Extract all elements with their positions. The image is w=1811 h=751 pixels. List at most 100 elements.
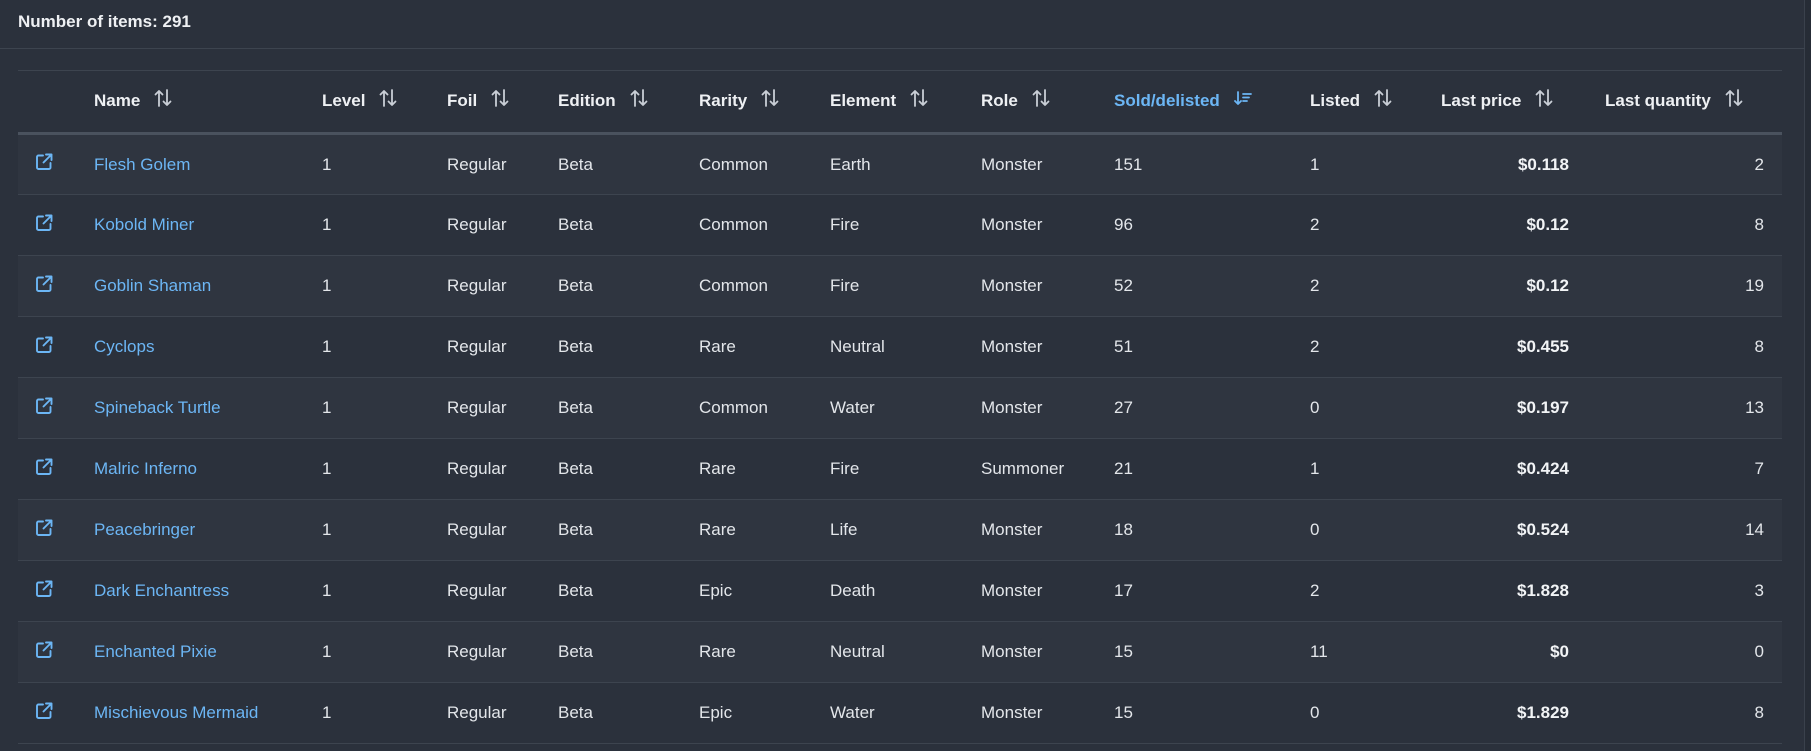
cell-sold: 96 [1114,215,1133,234]
cell-level: 1 [322,520,332,539]
cell-last-quantity: 8 [1754,215,1764,234]
header-element[interactable]: Element [830,71,981,134]
external-link-icon[interactable] [34,152,54,172]
cell-element: Life [830,520,858,539]
cell-name: Flesh Golem [94,134,322,195]
sort-both-icon[interactable] [491,88,509,113]
row-link-cell [18,317,94,378]
cell-role: Monster [981,154,1043,174]
divider [0,48,1805,49]
sort-both-icon[interactable] [1535,88,1553,113]
card-name-link[interactable]: Enchanted Pixie [94,642,217,661]
header-last_quantity[interactable]: Last quantity [1605,71,1782,134]
table-row: Enchanted Pixie 1 Regular Beta Rare Neutral Mo… [18,621,1782,683]
cell-rarity: Common [699,276,768,295]
cell-role: Monster [981,520,1043,539]
header-label: Rarity [699,90,748,110]
card-name-link[interactable]: Cyclops [94,337,154,356]
items-count: Number of items: 291 [18,12,191,31]
table-container: Name Level Foil Edition Rarity Element Role Sol… [18,70,1782,744]
sort-both-icon[interactable] [761,88,779,113]
cell-edition: Beta [558,581,593,600]
sort-both-icon[interactable] [154,88,172,113]
header-label: Last quantity [1605,90,1711,110]
cell-listed: 11 [1310,642,1328,661]
cell-last-price: $0.524 [1517,520,1569,539]
header-label: Foil [447,90,478,110]
header-label: Edition [558,90,616,110]
external-link-icon[interactable] [34,457,54,477]
external-link-icon[interactable] [34,396,54,416]
header-foil[interactable]: Foil [447,71,558,134]
card-name-link[interactable]: Spineback Turtle [94,398,221,417]
cell-role: Monster [981,276,1043,295]
cell-rarity: Rare [699,337,736,356]
table-row: Mischievous Mermaid 1 Regular Beta Epic Water… [18,682,1782,744]
header-label: Listed [1310,90,1361,110]
header-listed[interactable]: Listed [1310,71,1441,134]
sort-both-icon[interactable] [1725,88,1743,113]
external-link-icon[interactable] [34,518,54,538]
cell-foil: Regular [447,276,507,295]
cell-sold: 52 [1114,276,1133,295]
card-name-link[interactable]: Goblin Shaman [94,276,211,295]
card-name-link[interactable]: Mischievous Mermaid [94,703,258,722]
cell-listed: 0 [1310,398,1320,417]
cell-foil: Regular [447,215,507,234]
card-name-link[interactable]: Flesh Golem [94,155,190,174]
sort-both-icon[interactable] [630,88,648,113]
cell-foil: Regular [447,642,507,661]
external-link-icon[interactable] [34,579,54,599]
sort-both-icon[interactable] [379,88,397,113]
header-last_price[interactable]: Last price [1441,71,1605,134]
cell-sold: 51 [1114,337,1133,356]
sort-descending-icon[interactable] [1233,89,1252,112]
cell-rarity: Rare [699,459,736,478]
cell-role: Monster [981,642,1043,661]
cell-rarity: Epic [699,703,733,722]
cell-rarity: Common [699,154,768,174]
cell-foil: Regular [447,459,507,478]
sort-both-icon[interactable] [1032,88,1050,113]
cell-listed: 0 [1310,703,1320,722]
card-name-link[interactable]: Kobold Miner [94,215,194,234]
header-edition[interactable]: Edition [558,71,699,134]
sort-both-icon[interactable] [910,88,928,113]
card-name-link[interactable]: Malric Inferno [94,459,197,478]
card-name-link[interactable]: Dark Enchantress [94,581,229,600]
cell-role: Monster [981,581,1043,600]
external-link-icon[interactable] [34,335,54,355]
cell-listed: 0 [1310,520,1320,539]
header-level[interactable]: Level [322,71,447,134]
sort-both-icon[interactable] [1374,88,1392,113]
header-role[interactable]: Role [981,71,1114,134]
cell-edition: Beta [558,276,593,295]
header-label: Name [94,90,141,110]
cell-last-quantity: 14 [1745,520,1764,539]
cell-last-price: $0.197 [1517,398,1569,417]
cell-name: Mischievous Mermaid [94,683,322,744]
external-link-icon[interactable] [34,640,54,660]
card-name-link[interactable]: Peacebringer [94,520,195,539]
cell-last-quantity: 8 [1754,337,1764,356]
external-link-icon[interactable] [34,701,54,721]
header-link-column [18,71,94,134]
cell-last-quantity: 7 [1754,459,1764,478]
header-sold[interactable]: Sold/delisted [1114,71,1310,134]
cell-level: 1 [322,276,332,295]
cell-last-quantity: 19 [1745,276,1764,295]
header-rarity[interactable]: Rarity [699,71,830,134]
table-row: Dark Enchantress 1 Regular Beta Epic Death Mon… [18,560,1782,622]
cell-foil: Regular [447,581,507,600]
external-link-icon[interactable] [34,213,54,233]
cell-sold: 27 [1114,398,1133,417]
row-link-cell [18,378,94,439]
header-name[interactable]: Name [94,71,322,134]
row-link-cell [18,500,94,561]
table-header: Name Level Foil Edition Rarity Element Role Sol… [18,70,1782,134]
row-link-cell [18,683,94,744]
cell-level: 1 [322,642,332,661]
external-link-icon[interactable] [34,274,54,294]
cell-element: Death [830,581,876,600]
table-row: Cyclops 1 Regular Beta Rare Neutral Monster 51 2… [18,316,1782,378]
